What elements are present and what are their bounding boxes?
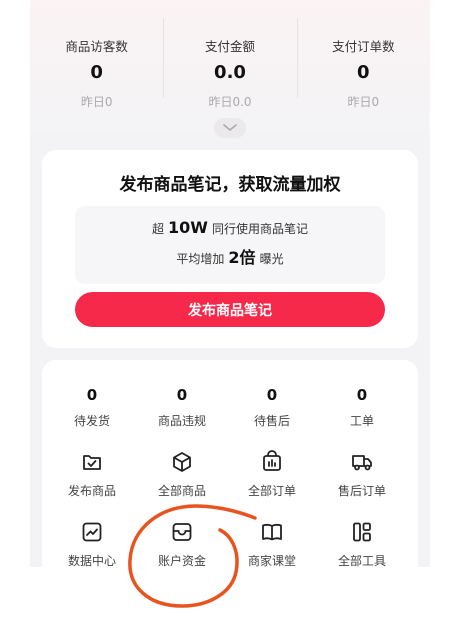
expand-stats-button[interactable] bbox=[214, 118, 246, 138]
wallet-icon bbox=[172, 523, 192, 541]
tool-account-funds[interactable]: 账户资金 bbox=[137, 520, 227, 567]
trend-chart-icon bbox=[82, 522, 102, 542]
tool-all-products[interactable]: 全部商品 bbox=[137, 450, 227, 500]
tool-all-orders[interactable]: 全部订单 bbox=[227, 450, 317, 500]
count-value: 0 bbox=[86, 386, 98, 404]
stat-value: 0 bbox=[90, 62, 103, 83]
tool-label: 发布商品 bbox=[67, 484, 116, 498]
stat-yesterday: 昨日0 bbox=[80, 95, 113, 109]
orders-icon bbox=[263, 450, 281, 471]
seller-dashboard: 商品访客数 0 昨日0 支付金额 0.0 昨日0.0 支付订单数 0 昨日0 发… bbox=[30, 0, 430, 567]
chevron-down-icon bbox=[223, 124, 237, 131]
quick-tools-card: 0 待发货 0 商品违规 0 待售后 0 工单 发布商品 全部商品 全部订单 售… bbox=[42, 360, 418, 567]
stat-visitors[interactable]: 商品访客数 0 昨日0 bbox=[30, 0, 163, 112]
count-tickets[interactable]: 0 工单 bbox=[317, 386, 407, 432]
promo-stats-box: 超 10W 同行使用商品笔记 平均增加 2倍 曝光 bbox=[75, 206, 385, 284]
tool-merchant-class[interactable]: 商家课堂 bbox=[227, 520, 317, 567]
promo-line2-prefix: 平均增加 bbox=[176, 252, 225, 266]
count-label: 工单 bbox=[349, 414, 374, 428]
stat-label: 支付订单数 bbox=[332, 39, 395, 54]
tool-publish-product[interactable]: 发布商品 bbox=[47, 450, 137, 500]
count-label: 待售后 bbox=[253, 414, 290, 428]
promo-line-exposure: 平均增加 2倍 曝光 bbox=[75, 244, 385, 268]
count-pending-shipment[interactable]: 0 待发货 bbox=[47, 386, 137, 432]
tool-label: 商家课堂 bbox=[247, 554, 296, 567]
promo-line1-suffix: 同行使用商品笔记 bbox=[211, 222, 308, 236]
promo-line1-big: 10W bbox=[168, 218, 208, 237]
count-label: 待发货 bbox=[73, 414, 110, 428]
promo-line2-big: 2倍 bbox=[228, 248, 256, 267]
count-value: 0 bbox=[266, 386, 278, 404]
stats-row: 商品访客数 0 昨日0 支付金额 0.0 昨日0.0 支付订单数 0 昨日0 bbox=[30, 0, 430, 112]
tool-label: 全部工具 bbox=[337, 554, 386, 567]
promo-line-users: 超 10W 同行使用商品笔记 bbox=[75, 218, 385, 237]
tool-data-center[interactable]: 数据中心 bbox=[47, 520, 137, 567]
promo-card: 发布商品笔记，获取流量加权 超 10W 同行使用商品笔记 平均增加 2倍 曝光 发布商品… bbox=[42, 150, 418, 348]
promo-title: 发布商品笔记，获取流量加权 bbox=[119, 175, 341, 195]
stat-label: 商品访客数 bbox=[65, 39, 128, 54]
count-value: 0 bbox=[176, 386, 188, 404]
tool-label: 数据中心 bbox=[67, 554, 116, 567]
stat-payment-amount[interactable]: 支付金额 0.0 昨日0.0 bbox=[163, 0, 296, 112]
truck-icon bbox=[352, 455, 372, 471]
tool-aftersale-orders[interactable]: 售后订单 bbox=[317, 450, 407, 500]
tool-label: 售后订单 bbox=[337, 484, 386, 498]
tools-grid-icon bbox=[353, 522, 371, 542]
tool-label: 全部商品 bbox=[157, 484, 206, 498]
stat-label: 支付金额 bbox=[204, 39, 255, 54]
count-product-violations[interactable]: 0 商品违规 bbox=[137, 386, 227, 432]
count-label: 商品违规 bbox=[157, 414, 206, 428]
stat-value: 0 bbox=[357, 62, 370, 83]
count-pending-aftersale[interactable]: 0 待售后 bbox=[227, 386, 317, 432]
tool-all-tools[interactable]: 全部工具 bbox=[317, 520, 407, 567]
stat-value: 0.0 bbox=[214, 62, 246, 83]
stat-paid-orders[interactable]: 支付订单数 0 昨日0 bbox=[296, 0, 430, 112]
book-icon bbox=[262, 523, 282, 541]
count-value: 0 bbox=[356, 386, 368, 404]
promo-line1-prefix: 超 bbox=[152, 222, 165, 236]
box-icon bbox=[173, 452, 191, 472]
publish-product-icon bbox=[83, 455, 101, 470]
tool-label: 账户资金 bbox=[157, 554, 206, 567]
stat-yesterday: 昨日0 bbox=[347, 95, 380, 109]
stat-yesterday: 昨日0.0 bbox=[208, 95, 252, 109]
tool-label: 全部订单 bbox=[247, 484, 296, 498]
publish-note-button[interactable]: 发布商品笔记 bbox=[75, 292, 385, 327]
promo-line2-suffix: 曝光 bbox=[259, 252, 284, 266]
